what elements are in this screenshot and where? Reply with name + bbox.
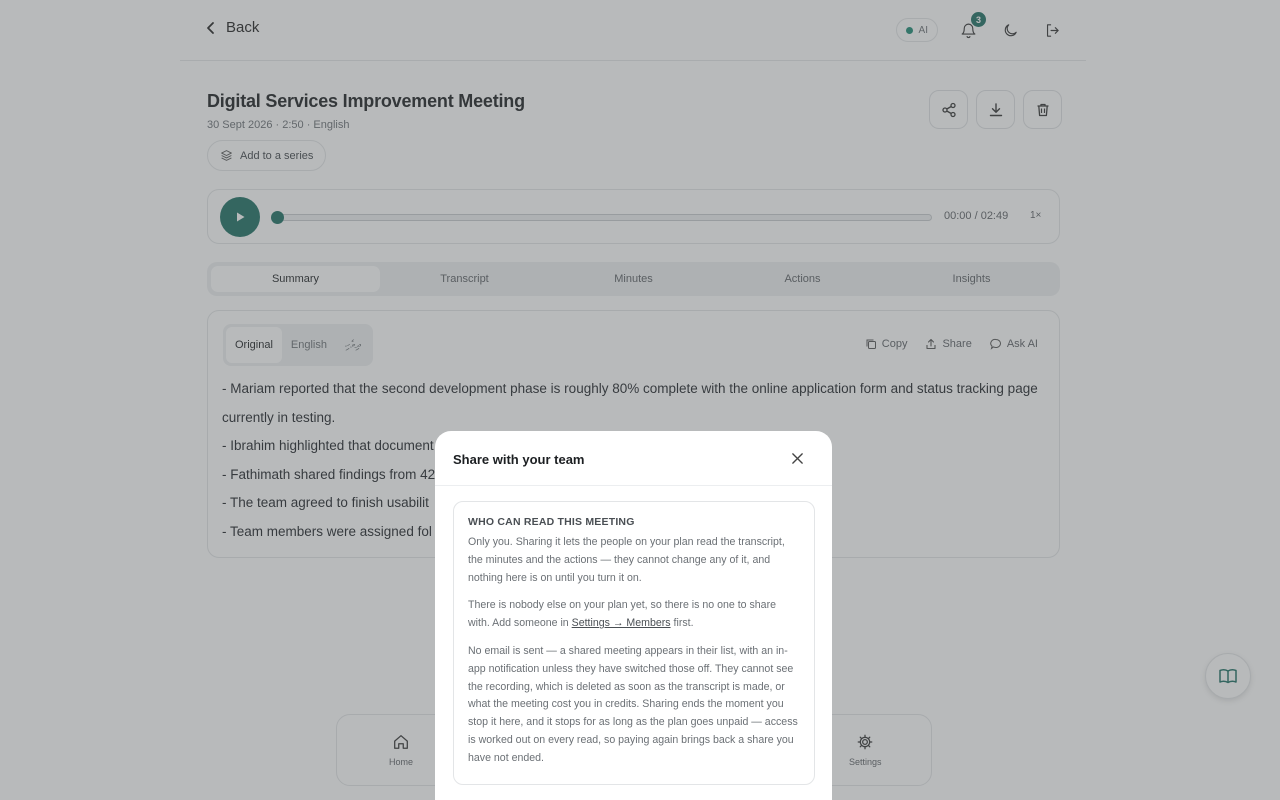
modal-title: Share with your team bbox=[453, 452, 585, 467]
settings-members-link[interactable]: Settings → Members bbox=[572, 617, 671, 629]
share-modal: Share with your team WHO CAN READ THIS M… bbox=[435, 431, 832, 800]
info-text: first. bbox=[670, 617, 694, 630]
share-info-panel: WHO CAN READ THIS MEETING Only you. Shar… bbox=[453, 501, 815, 785]
section-heading: WHO CAN READ THIS MEETING bbox=[468, 516, 635, 528]
modal-header: Share with your team bbox=[435, 431, 832, 486]
info-paragraph: There is nobody else on your plan yet, s… bbox=[468, 597, 800, 633]
info-paragraph: No email is sent — a shared meeting appe… bbox=[468, 644, 798, 764]
close-icon bbox=[791, 452, 803, 464]
close-button[interactable] bbox=[788, 449, 806, 467]
info-paragraph: Only you. Sharing it lets the people on … bbox=[468, 536, 785, 584]
